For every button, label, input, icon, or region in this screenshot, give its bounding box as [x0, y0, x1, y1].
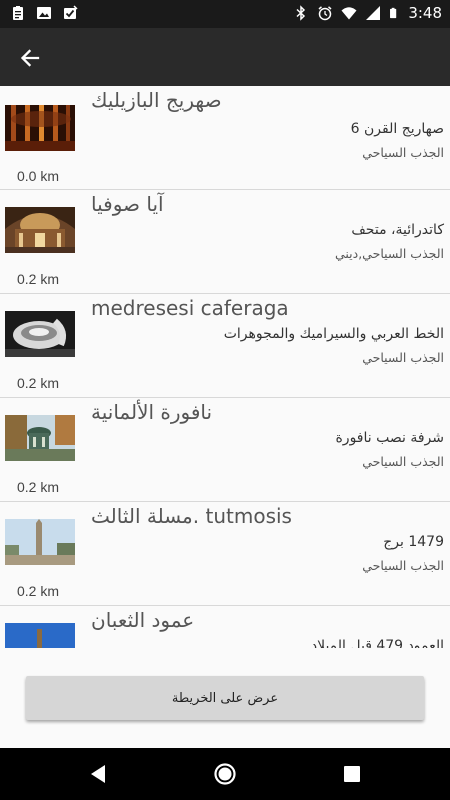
- system-nav-bar: [0, 748, 450, 800]
- place-thumbnail: [5, 519, 75, 565]
- place-category: الجذب السياحي: [362, 454, 444, 469]
- place-thumbnail: [5, 623, 75, 648]
- place-thumbnail: [5, 207, 75, 253]
- battery-icon: [390, 7, 397, 19]
- place-distance: 0.2 km: [17, 375, 60, 391]
- image-icon: [37, 7, 51, 19]
- signal-icon: [366, 6, 381, 20]
- status-time: 3:48: [408, 4, 442, 22]
- place-distance: 0.2 km: [17, 479, 60, 495]
- place-subtitle: كاتدرائية، متحف: [351, 222, 444, 238]
- list-item[interactable]: 0.2 km medresesi caferaga الخط العربي وا…: [0, 294, 450, 398]
- place-subtitle: صهاريج القرن 6: [350, 121, 444, 137]
- places-list[interactable]: 0.0 km صهريج البازيليك صهاريج القرن 6 ال…: [0, 86, 450, 648]
- place-title: عمود الثعبان: [91, 608, 195, 632]
- place-title: آيا صوفيا: [91, 192, 164, 216]
- place-title: نافورة الألمانية: [91, 400, 213, 424]
- place-distance: 0.0 km: [17, 168, 60, 184]
- download-check-icon: [64, 5, 78, 19]
- list-item[interactable]: 0.2 km مسلة الثالث. tutmosis 1479 برج ال…: [0, 502, 450, 606]
- place-subtitle: 1479 برج: [383, 534, 444, 550]
- alarm-icon: [318, 6, 332, 21]
- list-item[interactable]: 0.2 km آيا صوفيا كاتدرائية، متحف الجذب ا…: [0, 190, 450, 294]
- place-category: الجذب السياحي: [362, 558, 444, 573]
- place-category: الجذب السياحي: [362, 350, 444, 365]
- status-bar: 3:48: [0, 0, 450, 28]
- place-thumbnail: [5, 105, 75, 151]
- place-thumbnail: [5, 415, 75, 461]
- place-distance: 0.2 km: [17, 583, 60, 599]
- wifi-icon: [341, 7, 357, 20]
- place-title: صهريج البازيليك: [91, 88, 222, 112]
- place-title: مسلة الثالث. tutmosis: [91, 504, 292, 528]
- show-on-map-button[interactable]: عرض على الخريطة: [26, 676, 424, 720]
- app-bar: [0, 28, 450, 86]
- place-subtitle: الخط العربي والسيراميك والمجوهرات: [223, 326, 444, 342]
- place-thumbnail: [5, 311, 75, 357]
- clipboard-icon: [13, 6, 23, 20]
- place-subtitle: العمود 479 قبل الميلاد: [310, 638, 444, 648]
- place-subtitle: شرفة نصب نافورة: [335, 430, 444, 446]
- list-item[interactable]: 0.2 km نافورة الألمانية شرفة نصب نافورة …: [0, 398, 450, 502]
- recents-square-icon[interactable]: [340, 762, 364, 786]
- back-button[interactable]: [14, 42, 46, 74]
- place-title: medresesi caferaga: [91, 296, 289, 320]
- list-item[interactable]: 0.0 km صهريج البازيليك صهاريج القرن 6 ال…: [0, 86, 450, 190]
- footer: عرض على الخريطة: [0, 648, 450, 748]
- place-category: الجذب السياحي: [362, 145, 444, 160]
- list-item[interactable]: عمود الثعبان العمود 479 قبل الميلاد: [0, 606, 450, 648]
- arrow-back-icon: [20, 49, 40, 67]
- home-circle-icon[interactable]: [213, 762, 237, 786]
- bluetooth-icon: [296, 5, 306, 21]
- place-distance: 0.2 km: [17, 271, 60, 287]
- back-triangle-icon[interactable]: [87, 762, 111, 786]
- place-category: الجذب السياحي,ديني: [334, 246, 444, 261]
